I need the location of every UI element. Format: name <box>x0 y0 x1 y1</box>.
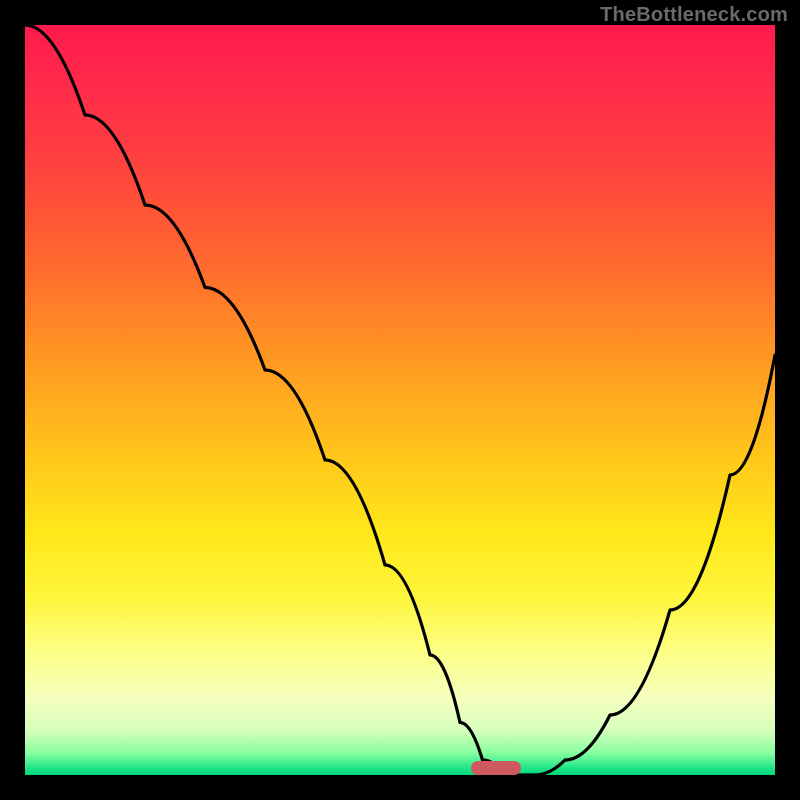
plot-area <box>25 25 775 775</box>
bottleneck-curve <box>25 25 775 775</box>
watermark-text: TheBottleneck.com <box>600 4 788 27</box>
chart-frame: TheBottleneck.com <box>0 0 800 800</box>
curve-path <box>25 25 775 775</box>
optimal-marker <box>471 761 521 775</box>
